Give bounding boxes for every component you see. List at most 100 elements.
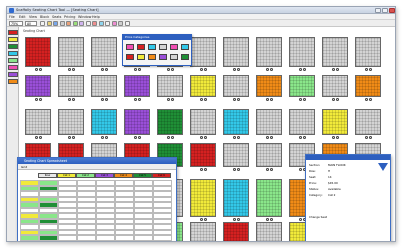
table-cell[interactable]: [77, 240, 96, 241]
minimize-icon[interactable]: [375, 8, 381, 13]
table-cell[interactable]: [115, 240, 134, 241]
menu-edit[interactable]: Edit: [19, 15, 26, 20]
seat-block[interactable]: [322, 37, 348, 67]
color-chip[interactable]: [8, 44, 18, 49]
seat-block[interactable]: [58, 109, 84, 135]
table-cell[interactable]: [134, 240, 153, 241]
seat-block[interactable]: [223, 75, 249, 97]
color-chip[interactable]: [8, 51, 18, 56]
change-seat-label[interactable]: Change Seat: [309, 215, 327, 219]
close-icon[interactable]: [389, 8, 395, 13]
color-chip[interactable]: [8, 65, 18, 70]
menu-view[interactable]: View: [29, 15, 37, 20]
seat-block[interactable]: [190, 75, 216, 97]
seat-block[interactable]: [58, 75, 84, 97]
seat-block[interactable]: [190, 109, 216, 135]
color-chip[interactable]: [8, 72, 18, 77]
seat-block[interactable]: [355, 109, 381, 135]
save-icon[interactable]: [53, 21, 58, 26]
seat-block[interactable]: [256, 75, 282, 97]
help-icon[interactable]: [124, 21, 130, 26]
table-cell[interactable]: [96, 240, 115, 241]
seat-block[interactable]: [256, 143, 282, 167]
menu-window[interactable]: Window: [78, 15, 91, 20]
seat-block[interactable]: [124, 75, 150, 97]
price-swatch[interactable]: [137, 44, 145, 50]
print-icon[interactable]: [59, 21, 65, 26]
table-cell[interactable]: [39, 240, 58, 241]
seat-block[interactable]: [223, 37, 249, 67]
price-swatch[interactable]: [126, 54, 134, 60]
seat-block[interactable]: [322, 75, 348, 97]
seat-block[interactable]: [91, 109, 117, 135]
color-chip[interactable]: [8, 79, 18, 84]
seat-block[interactable]: [124, 109, 150, 135]
menu-file[interactable]: File: [9, 15, 15, 20]
seat-block[interactable]: [25, 75, 51, 97]
seat-block[interactable]: [223, 143, 249, 167]
menu-seats[interactable]: Seats: [52, 15, 61, 20]
table-cell[interactable]: [58, 240, 77, 241]
menu-block[interactable]: Block: [40, 15, 49, 20]
seat-block[interactable]: [289, 109, 315, 135]
settings-icon[interactable]: [118, 21, 123, 26]
seat-block[interactable]: [58, 37, 84, 67]
price-swatch[interactable]: [126, 44, 134, 50]
section-select[interactable]: All: [25, 21, 37, 26]
seat-block[interactable]: [289, 75, 315, 97]
move-icon[interactable]: [98, 21, 104, 26]
price-swatch[interactable]: [137, 54, 145, 60]
redo-icon[interactable]: [72, 21, 78, 26]
price-swatch[interactable]: [159, 54, 167, 60]
seat-block[interactable]: [190, 143, 216, 167]
seat-block[interactable]: [25, 109, 51, 135]
seat-block[interactable]: [91, 75, 117, 97]
seat-block[interactable]: [190, 222, 216, 241]
price-swatch[interactable]: [170, 54, 178, 60]
seat-block[interactable]: [289, 37, 315, 67]
seat-block[interactable]: [91, 37, 117, 67]
color-icon[interactable]: [111, 21, 117, 26]
price-swatch[interactable]: [181, 54, 189, 60]
open-icon[interactable]: [46, 21, 52, 26]
maximize-icon[interactable]: [382, 8, 388, 13]
select-icon[interactable]: [92, 21, 97, 26]
seat-block[interactable]: [223, 222, 249, 241]
seat-block[interactable]: [223, 109, 249, 135]
dropdown-icon[interactable]: [378, 163, 388, 171]
zoom-in-icon[interactable]: [79, 21, 84, 26]
menu-help[interactable]: Help: [92, 15, 100, 20]
table-cell[interactable]: [153, 240, 172, 241]
seat-block[interactable]: [157, 109, 183, 135]
spreadsheet-toolbar[interactable]: Grid: [18, 164, 176, 170]
new-icon[interactable]: [40, 21, 45, 26]
table-cell[interactable]: [20, 240, 39, 241]
seat-block[interactable]: [223, 179, 249, 217]
seat-block[interactable]: [355, 75, 381, 97]
seat-block[interactable]: [256, 37, 282, 67]
price-swatch[interactable]: [148, 44, 156, 50]
price-swatch[interactable]: [181, 44, 189, 50]
color-chip[interactable]: [8, 58, 18, 63]
price-swatch[interactable]: [170, 44, 178, 50]
zoom-out-icon[interactable]: [85, 21, 91, 26]
seat-block[interactable]: [190, 37, 216, 67]
undo-icon[interactable]: [66, 21, 71, 26]
seat-block[interactable]: [25, 37, 51, 67]
color-chip[interactable]: [8, 30, 18, 35]
price-swatch[interactable]: [159, 44, 167, 50]
canvas-tab[interactable]: Seating Chart: [23, 29, 45, 33]
price-swatch[interactable]: [148, 54, 156, 60]
seat-block[interactable]: [256, 222, 282, 241]
seat-block[interactable]: [256, 109, 282, 135]
seat-block[interactable]: [355, 37, 381, 67]
color-chip[interactable]: [8, 37, 18, 42]
info-value: 14: [328, 175, 332, 179]
seat-block[interactable]: [190, 179, 216, 217]
menu-pricing[interactable]: Pricing: [64, 15, 75, 20]
seat-block[interactable]: [157, 75, 183, 97]
seat-block[interactable]: [256, 179, 282, 217]
seat-block[interactable]: [322, 109, 348, 135]
grid-icon[interactable]: [105, 21, 110, 26]
zoom-select[interactable]: 75%: [9, 21, 23, 26]
